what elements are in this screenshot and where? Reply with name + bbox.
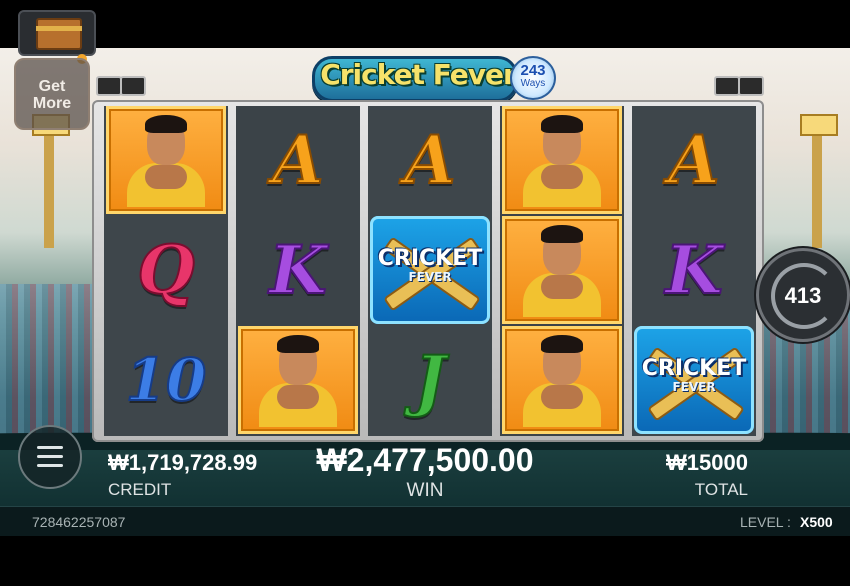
round-id: 728462257087 bbox=[32, 514, 126, 530]
floodlight-icon bbox=[738, 76, 764, 96]
player-symbol bbox=[106, 106, 226, 214]
cricketer-icon bbox=[515, 113, 609, 207]
player-symbol bbox=[238, 326, 358, 434]
letter-symbol-a: A bbox=[238, 106, 358, 214]
cricketer-icon bbox=[119, 113, 213, 207]
letter-symbol-a: A bbox=[634, 106, 754, 214]
reel-1: Q 10 bbox=[104, 106, 228, 436]
player-symbol bbox=[502, 106, 622, 214]
spin-button[interactable]: 413 bbox=[756, 248, 850, 342]
wild-symbol: CRICKET FEVER bbox=[634, 326, 754, 434]
total-bet-value[interactable]: ₩15000 bbox=[620, 450, 748, 476]
letter-symbol-q: Q bbox=[106, 216, 226, 324]
wild-text-1: CRICKET bbox=[641, 356, 747, 381]
status-bar: 728462257087 LEVEL : X500 bbox=[0, 506, 850, 537]
floodlight-icon bbox=[714, 76, 740, 96]
level-value: X500 bbox=[800, 514, 833, 530]
letter-symbol-j: J bbox=[370, 326, 490, 434]
top-black-bar bbox=[0, 0, 850, 48]
game-title: Cricket Fever bbox=[320, 58, 517, 91]
letter-j: J bbox=[413, 340, 446, 420]
total-bet-label: TOTAL bbox=[694, 480, 748, 499]
menu-button[interactable] bbox=[18, 425, 82, 489]
letter-symbol-k: K bbox=[238, 216, 358, 324]
letter-10: 10 bbox=[125, 345, 208, 415]
floodlight-icon bbox=[120, 76, 146, 96]
letter-q: Q bbox=[136, 230, 195, 310]
wild-text-2: FEVER bbox=[672, 380, 716, 394]
win-label: WIN bbox=[406, 480, 444, 501]
wild-symbol: CRICKET FEVER bbox=[370, 216, 490, 324]
wild-text-2: FEVER bbox=[408, 270, 452, 284]
letter-a: A bbox=[667, 120, 720, 200]
letter-symbol-k: K bbox=[634, 216, 754, 324]
cricketer-icon bbox=[515, 223, 609, 317]
ways-number: 243 bbox=[520, 62, 546, 79]
wild-text-1: CRICKET bbox=[377, 246, 483, 271]
reel-5: A K CRICKET FEVER bbox=[632, 106, 756, 436]
letter-a: A bbox=[403, 120, 456, 200]
letter-k: K bbox=[268, 230, 327, 310]
cricketer-icon bbox=[515, 333, 609, 427]
reel-4 bbox=[500, 106, 624, 436]
floodlight-icon bbox=[96, 76, 122, 96]
player-symbol bbox=[502, 326, 622, 434]
treasure-chest-button[interactable] bbox=[18, 10, 96, 56]
letter-symbol-10: 10 bbox=[106, 326, 226, 434]
credit-value: ₩1,719,728.99 bbox=[108, 450, 258, 475]
level-label: LEVEL : bbox=[740, 514, 791, 530]
reel-3: A CRICKET FEVER J bbox=[368, 106, 492, 436]
ways-label: Ways bbox=[520, 78, 546, 89]
light-tower-left bbox=[32, 114, 70, 248]
cricketer-icon bbox=[251, 333, 345, 427]
reel-grid: Q 10 A K A CRICKET FEVER J A K CRICKET FEVER bbox=[104, 106, 756, 436]
get-more-label-1: Get bbox=[38, 78, 66, 95]
get-more-button[interactable]: Get More bbox=[14, 58, 90, 130]
letter-a: A bbox=[271, 120, 324, 200]
spin-count: 413 bbox=[784, 283, 822, 308]
treasure-chest-icon bbox=[36, 18, 82, 50]
player-symbol bbox=[502, 216, 622, 324]
credit-label: CREDIT bbox=[108, 480, 172, 499]
bottom-black-bar bbox=[0, 536, 850, 586]
get-more-label-2: More bbox=[32, 95, 72, 112]
hamburger-icon bbox=[37, 446, 63, 449]
game-screen: Cricket Fever 243 Ways Get More Q 10 A K A CR… bbox=[0, 0, 850, 586]
ways-badge: 243 Ways bbox=[510, 56, 556, 100]
win-value: ₩2,477,500.00 bbox=[316, 442, 534, 478]
light-tower-right bbox=[800, 114, 838, 248]
reel-2: AK bbox=[236, 106, 360, 436]
letter-k: K bbox=[664, 230, 723, 310]
letter-symbol-a: A bbox=[370, 106, 490, 214]
game-logo: Cricket Fever 243 Ways bbox=[312, 50, 556, 102]
